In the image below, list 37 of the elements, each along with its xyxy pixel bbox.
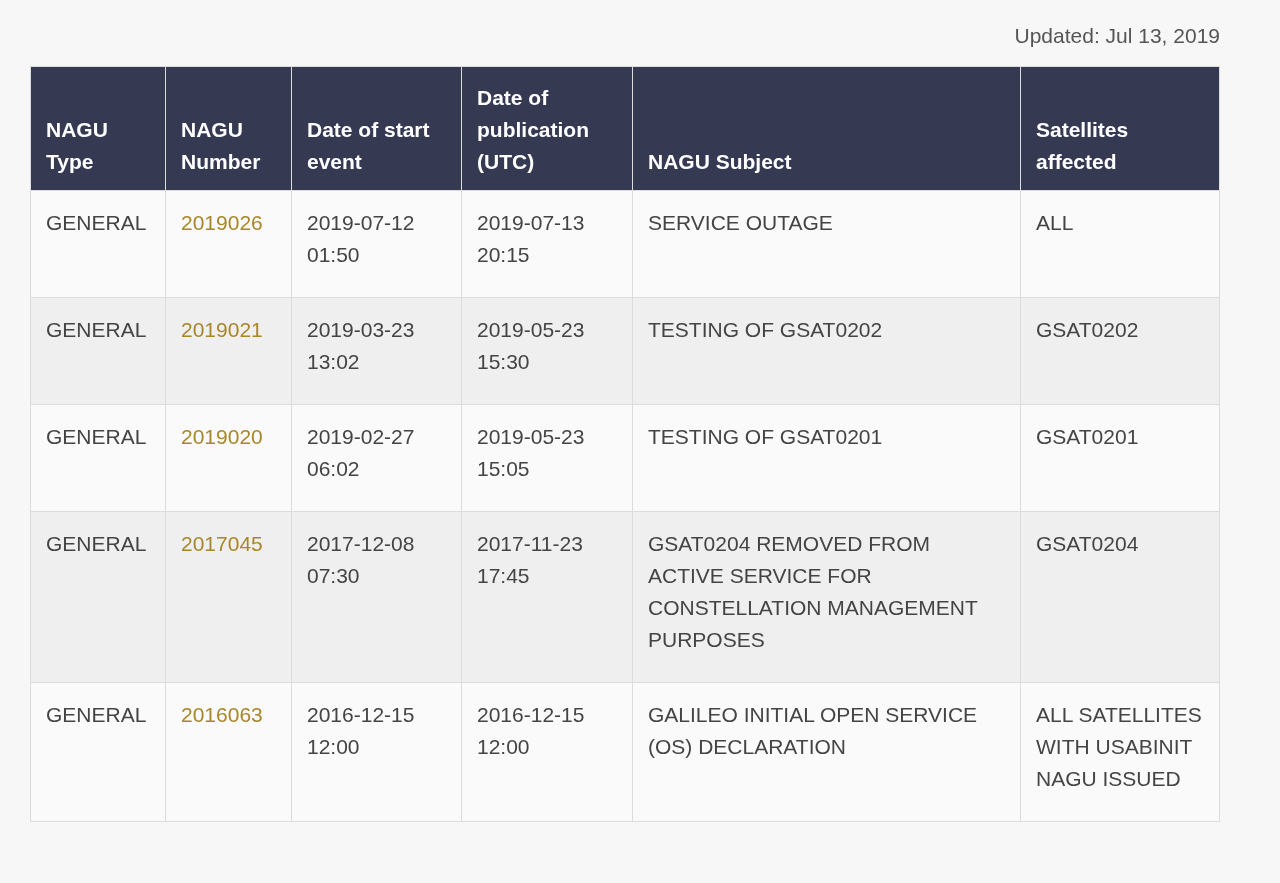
table-cell: TESTING OF GSAT0202 bbox=[648, 317, 883, 341]
table-cell: 2019-05-23 15:05 bbox=[477, 424, 585, 480]
table-cell: 2019-07-13 20:15 bbox=[477, 210, 585, 266]
table-cell: GSAT0201 bbox=[1036, 424, 1139, 448]
updated-date: Updated: Jul 13, 2019 bbox=[1014, 23, 1220, 49]
nagu-number-link[interactable]: 2017045 bbox=[181, 531, 263, 555]
table-cell: ALL SATELLITES WITH USABINIT NAGU ISSUED bbox=[1036, 702, 1202, 790]
table-cell: 2019-03-23 13:02 bbox=[307, 317, 415, 373]
column-header: NAGU Subject bbox=[632, 66, 1021, 190]
table-cell: GENERAL bbox=[46, 702, 147, 726]
nagu-number-link[interactable]: 2019020 bbox=[181, 424, 263, 448]
nagu-number-link[interactable]: 2016063 bbox=[181, 702, 263, 726]
table-cell: GSAT0204 REMOVED FROM ACTIVE SERVICE FOR CONSTELLATION MANAGEMENT PURPOSES bbox=[648, 531, 978, 651]
table-cell: GENERAL bbox=[46, 424, 147, 448]
table-cell: TESTING OF GSAT0201 bbox=[648, 424, 883, 448]
column-header: NAGU Type bbox=[30, 66, 166, 190]
table-cell: GALILEO INITIAL OPEN SERVICE (OS) DECLARATION bbox=[648, 702, 978, 758]
table-cell: GENERAL bbox=[46, 317, 147, 341]
nagu-number-link[interactable]: 2019026 bbox=[181, 210, 263, 234]
table-cell: ALL bbox=[1036, 210, 1074, 234]
table-cell: GSAT0202 bbox=[1036, 317, 1139, 341]
table-cell: GENERAL bbox=[46, 210, 147, 234]
table-cell: 2019-05-23 15:30 bbox=[477, 317, 585, 373]
table-cell: GENERAL bbox=[46, 531, 147, 555]
nagu-number-link[interactable]: 2019021 bbox=[181, 317, 263, 341]
column-header: Date of publication (UTC) bbox=[461, 66, 633, 190]
table-cell: 2017-11-23 17:45 bbox=[477, 531, 583, 587]
table-cell: 2017-12-08 07:30 bbox=[307, 531, 415, 587]
column-header: NAGU Number bbox=[165, 66, 292, 190]
table-cell: 2016-12-15 12:00 bbox=[477, 702, 585, 758]
table-cell: GSAT0204 bbox=[1036, 531, 1139, 555]
table-cell: 2019-07-12 01:50 bbox=[307, 210, 415, 266]
column-header: Date of start event bbox=[291, 66, 462, 190]
table-cell: 2016-12-15 12:00 bbox=[307, 702, 415, 758]
table-cell: SERVICE OUTAGE bbox=[648, 210, 833, 234]
column-header: Satellites affected bbox=[1020, 66, 1220, 190]
table-cell: 2019-02-27 06:02 bbox=[307, 424, 415, 480]
